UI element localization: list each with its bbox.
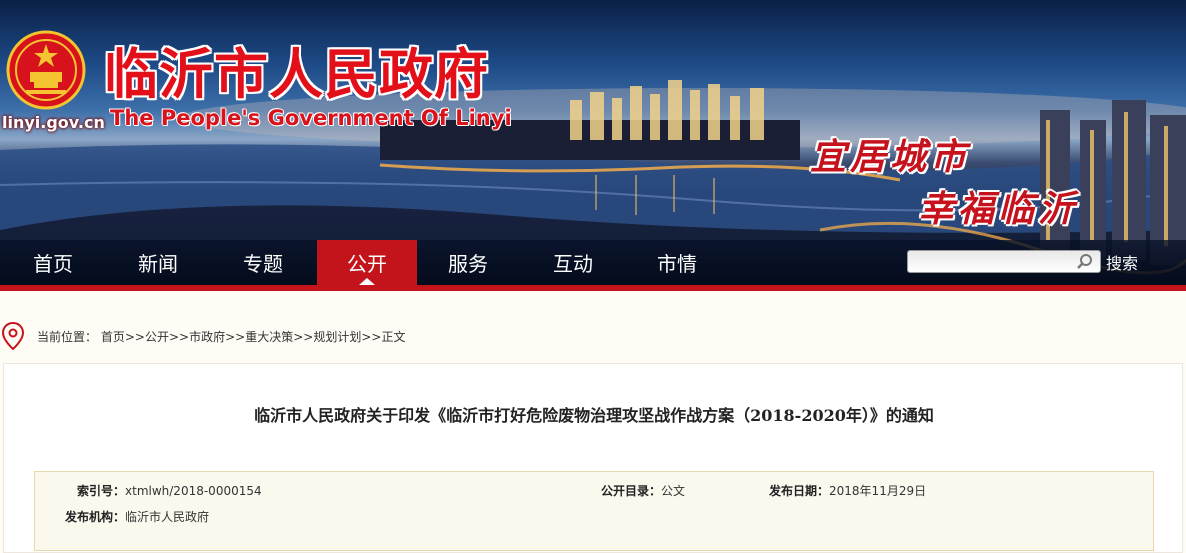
meta-org-value: 临沂市人民政府 xyxy=(125,510,210,524)
nav-item-interact[interactable]: 互动 xyxy=(523,240,623,285)
breadcrumb-separator: >> xyxy=(293,330,314,344)
breadcrumb-item-plans[interactable]: 规划计划 xyxy=(313,330,361,344)
site-domain: linyi.gov.cn xyxy=(2,113,105,132)
meta-catalog-value: 公文 xyxy=(661,484,686,498)
meta-index: 索引号：xtmlwh/2018-0000154 xyxy=(77,482,262,499)
breadcrumb-separator: >> xyxy=(168,330,190,344)
breadcrumb-item-city-gov[interactable]: 市政府 xyxy=(189,330,225,344)
document-meta: 索引号：xtmlwh/2018-0000154 公开目录：公文 发布日期：201… xyxy=(34,471,1154,551)
national-emblem-icon xyxy=(6,30,86,110)
slogan-line-1: 宜居城市 xyxy=(810,136,971,178)
breadcrumb-prefix: 当前位置： xyxy=(37,330,98,344)
meta-date-label: 发布日期： xyxy=(769,484,830,498)
breadcrumb-item-home[interactable]: 首页 xyxy=(101,330,125,344)
breadcrumb-separator: >> xyxy=(225,330,246,344)
search-button[interactable]: 搜索 xyxy=(1106,250,1138,273)
document-panel: 临沂市人民政府关于印发《临沂市打好危险废物治理攻坚战作战方案（2018-2020… xyxy=(3,363,1183,553)
nav-item-open[interactable]: 公开 xyxy=(317,240,417,285)
breadcrumb-item-current: 正文 xyxy=(381,330,406,344)
meta-date: 发布日期：2018年11月29日 xyxy=(769,482,926,499)
breadcrumb-separator: >> xyxy=(124,330,145,344)
header-banner: linyi.gov.cn 临沂市人民政府 The People's Govern… xyxy=(0,0,1186,290)
site-title[interactable]: 临沂市人民政府 xyxy=(104,30,489,109)
meta-index-label: 索引号： xyxy=(77,484,126,498)
meta-org-label: 发布机构： xyxy=(65,510,126,524)
meta-catalog-label: 公开目录： xyxy=(601,484,662,498)
search-icon[interactable] xyxy=(1076,253,1094,271)
meta-catalog: 公开目录：公文 xyxy=(601,482,685,499)
nav-item-services[interactable]: 服务 xyxy=(418,240,518,285)
meta-index-value: xtmlwh/2018-0000154 xyxy=(125,484,262,498)
breadcrumb-item-open[interactable]: 公开 xyxy=(145,330,169,344)
breadcrumb-item-major-decisions[interactable]: 重大决策 xyxy=(245,330,293,344)
meta-date-value: 2018年11月29日 xyxy=(829,484,927,498)
meta-org: 发布机构：临沂市人民政府 xyxy=(65,508,209,525)
document-title: 临沂市人民政府关于印发《临沂市打好危险废物治理攻坚战作战方案（2018-2020… xyxy=(254,406,934,425)
nav-item-city-info[interactable]: 市情 xyxy=(627,240,727,285)
slogan-line-2: 幸福临沂 xyxy=(918,188,1079,230)
nav-item-news[interactable]: 新闻 xyxy=(108,240,208,285)
breadcrumb-separator: >> xyxy=(361,330,382,344)
location-pin-icon xyxy=(2,322,24,350)
breadcrumb: 当前位置： 首页>>公开>>市政府>>重大决策>>规划计划>>正文 xyxy=(0,314,1186,354)
nav-item-home[interactable]: 首页 xyxy=(3,240,103,285)
search-box xyxy=(907,250,1101,273)
nav-divider xyxy=(0,285,1186,291)
breadcrumb-trail: 当前位置： 首页>>公开>>市政府>>重大决策>>规划计划>>正文 xyxy=(37,328,405,345)
nav-item-topics[interactable]: 专题 xyxy=(213,240,313,285)
site-title-english: The People's Government Of Linyi xyxy=(110,106,512,130)
search-input[interactable] xyxy=(908,252,1068,273)
